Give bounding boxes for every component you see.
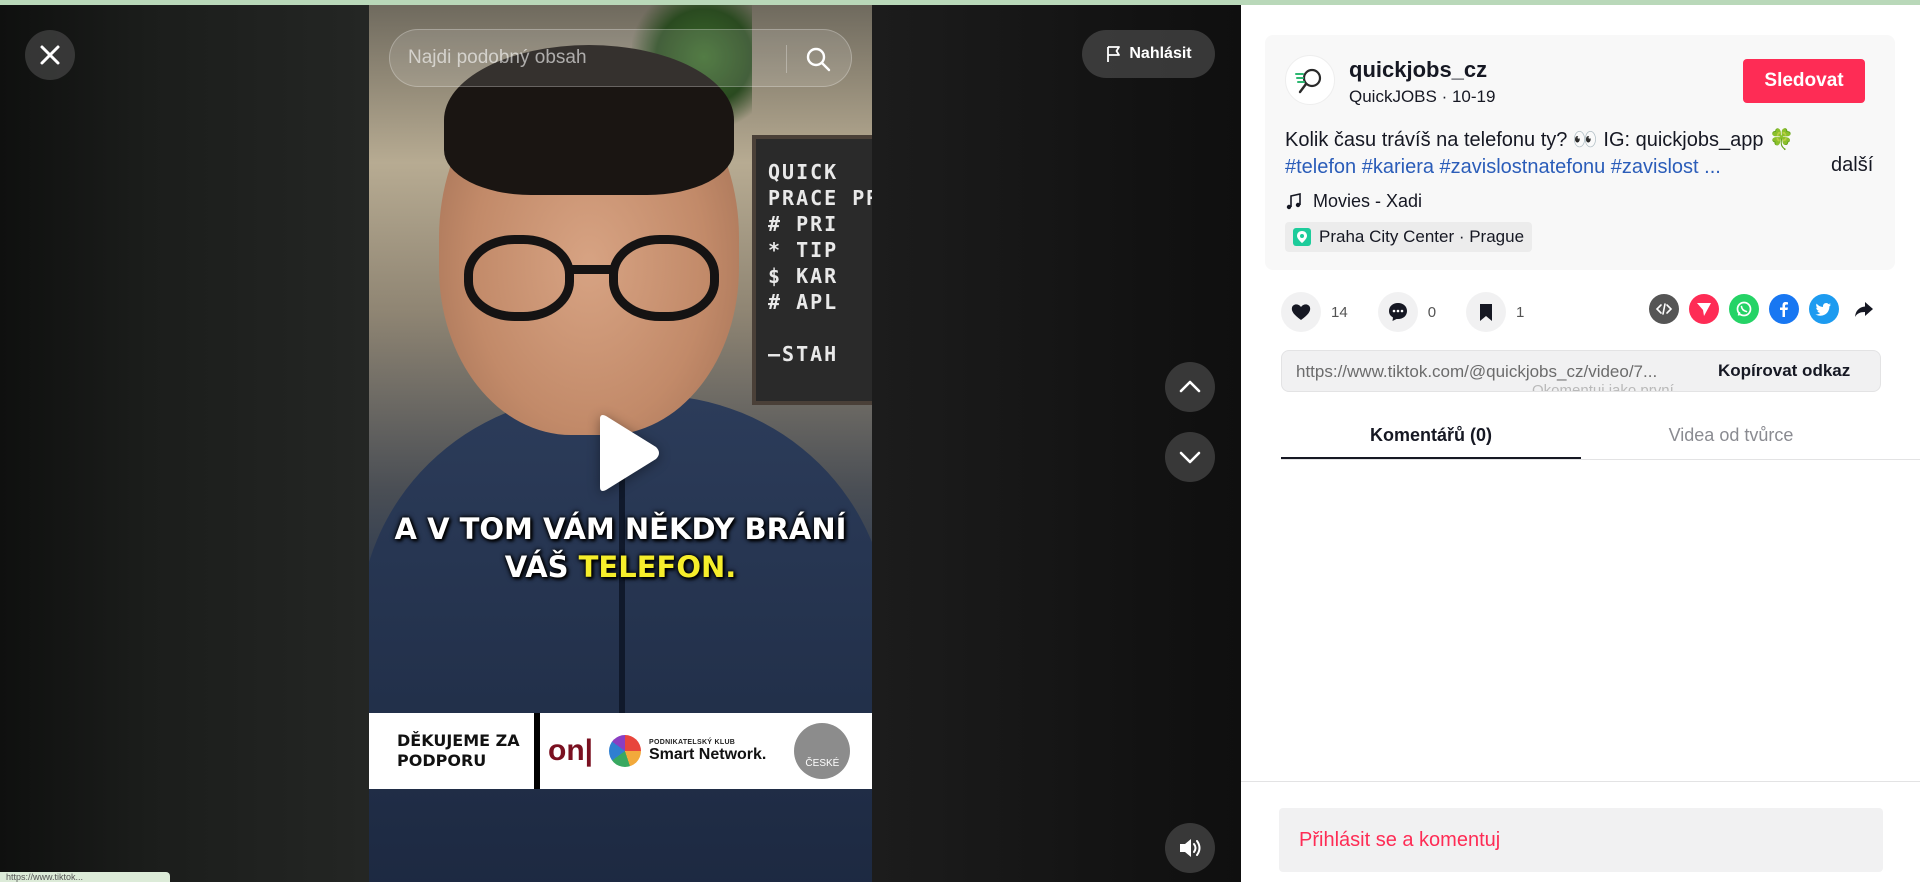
- send-icon: [1697, 303, 1711, 316]
- description-text: Kolik času trávíš na telefonu ty? 👀 IG: …: [1285, 129, 1794, 151]
- description-hashtags[interactable]: #telefon #kariera #zavislostnatefonu #za…: [1285, 154, 1805, 181]
- send-to-friends-button[interactable]: [1689, 294, 1719, 324]
- location-label: Praha City Center · Prague: [1319, 227, 1525, 246]
- comment-action[interactable]: 0: [1377, 292, 1437, 332]
- follow-button[interactable]: Sledovat: [1743, 59, 1865, 103]
- subtitle-line-1: A V TOM VÁM NĚKDY BRÁNÍ: [394, 512, 847, 546]
- subtitle-line-2: VÁŠ TELEFON.: [504, 550, 737, 584]
- next-video-button[interactable]: [1165, 432, 1215, 482]
- video-info-card: quickjobs_cz QuickJOBS · 10-19 Sledovat …: [1265, 35, 1895, 270]
- save-count: 1: [1516, 303, 1525, 321]
- avatar[interactable]: [1285, 55, 1335, 105]
- status-url: https://www.tiktok...: [0, 872, 170, 882]
- comment-count: 0: [1427, 303, 1437, 321]
- comments-list: [1241, 460, 1920, 785]
- copy-link-button[interactable]: Kopírovat odkaz: [1718, 361, 1850, 381]
- comment-placeholder-ghost: Okomentuj jako první: [1532, 382, 1674, 392]
- share-buttons: [1649, 294, 1889, 324]
- previous-video-button[interactable]: [1165, 362, 1215, 412]
- panel-tabs: Komentářů (0) Videa od tvůrce: [1281, 415, 1920, 460]
- comment-icon: [1388, 303, 1407, 321]
- quickjobs-logo-icon: [1295, 68, 1322, 94]
- login-to-comment-button[interactable]: Přihlásit se a komentuj: [1279, 808, 1883, 872]
- volume-button[interactable]: [1165, 823, 1215, 873]
- flag-icon: [1107, 46, 1121, 62]
- play-button[interactable]: [592, 413, 662, 493]
- share-arrow-icon: [1855, 302, 1873, 317]
- author-subline: QuickJOBS · 10-19: [1349, 87, 1496, 106]
- letter-board: QUICK PRACE PRO # PRI * TIP $ KAR # APL …: [752, 135, 872, 405]
- chevron-up-icon: [1179, 380, 1201, 393]
- bookmark-icon: [1480, 304, 1493, 321]
- engagement-actions: 14 0 1: [1281, 290, 1554, 334]
- report-button[interactable]: Nahlásit: [1082, 30, 1215, 78]
- search-icon[interactable]: [804, 45, 832, 73]
- search-bar[interactable]: [389, 29, 852, 87]
- video-subtitle: A V TOM VÁM NĚKDY BRÁNÍ VÁŠ TELEFON.: [369, 510, 872, 586]
- smart-network-logo: PODNIKATELSKÝ KLUB Smart Network.: [609, 735, 766, 767]
- like-count: 14: [1331, 303, 1348, 321]
- more-share-button[interactable]: [1849, 294, 1879, 324]
- video-stage: QUICK PRACE PRO # PRI * TIP $ KAR # APL …: [0, 5, 1241, 882]
- more-button[interactable]: další: [1831, 154, 1873, 177]
- report-label: Nahlásit: [1129, 45, 1192, 62]
- facebook-share-button[interactable]: [1769, 294, 1799, 324]
- blurred-background-left: [0, 5, 369, 882]
- embed-button[interactable]: [1649, 294, 1679, 324]
- ceske-logo: ČESKÉ: [794, 723, 851, 779]
- chevron-down-icon: [1179, 451, 1201, 464]
- facebook-icon: [1780, 302, 1788, 317]
- smart-network-icon: [609, 735, 641, 767]
- embed-icon: [1655, 303, 1673, 315]
- sponsor-partial-logo: on|: [548, 734, 594, 767]
- footer-divider: [1241, 781, 1920, 782]
- like-action[interactable]: 14: [1281, 292, 1348, 332]
- search-separator: [786, 45, 787, 73]
- music-label: Movies - Xadi: [1313, 191, 1423, 211]
- close-icon: [40, 45, 60, 65]
- club-small-label: PODNIKATELSKÝ KLUB: [649, 738, 736, 746]
- glasses: [464, 235, 719, 325]
- twitter-icon: [1815, 303, 1831, 316]
- location-tag[interactable]: Praha City Center · Prague: [1285, 222, 1533, 252]
- whatsapp-icon: [1736, 301, 1752, 317]
- music-link[interactable]: Movies - Xadi: [1285, 191, 1422, 212]
- copy-link-row: https://www.tiktok.com/@quickjobs_cz/vid…: [1281, 350, 1881, 392]
- volume-icon: [1180, 839, 1201, 857]
- sponsor-thanks-text: DĚKUJEME ZA PODPORU: [397, 731, 520, 770]
- sponsor-banner: DĚKUJEME ZA PODPORU on| PODNIKATELSKÝ KL…: [369, 713, 872, 789]
- details-panel: quickjobs_cz QuickJOBS · 10-19 Sledovat …: [1241, 5, 1920, 882]
- heart-icon: [1291, 304, 1311, 320]
- author-username[interactable]: quickjobs_cz: [1349, 57, 1487, 83]
- video-url-field[interactable]: https://www.tiktok.com/@quickjobs_cz/vid…: [1296, 362, 1696, 382]
- tab-creator-videos[interactable]: Videa od tvůrce: [1581, 415, 1881, 459]
- whatsapp-share-button[interactable]: [1729, 294, 1759, 324]
- video-description: Kolik času trávíš na telefonu ty? 👀 IG: …: [1285, 127, 1805, 181]
- save-action[interactable]: 1: [1466, 292, 1524, 332]
- music-note-icon: [1286, 192, 1301, 209]
- search-input[interactable]: [408, 30, 768, 86]
- close-button[interactable]: [25, 30, 75, 80]
- location-pin-icon: [1293, 228, 1311, 246]
- club-name: Smart Network.: [649, 745, 767, 763]
- tab-comments[interactable]: Komentářů (0): [1281, 415, 1581, 459]
- subtitle-highlight: TELEFON.: [578, 550, 737, 584]
- twitter-share-button[interactable]: [1809, 294, 1839, 324]
- play-icon: [600, 415, 659, 491]
